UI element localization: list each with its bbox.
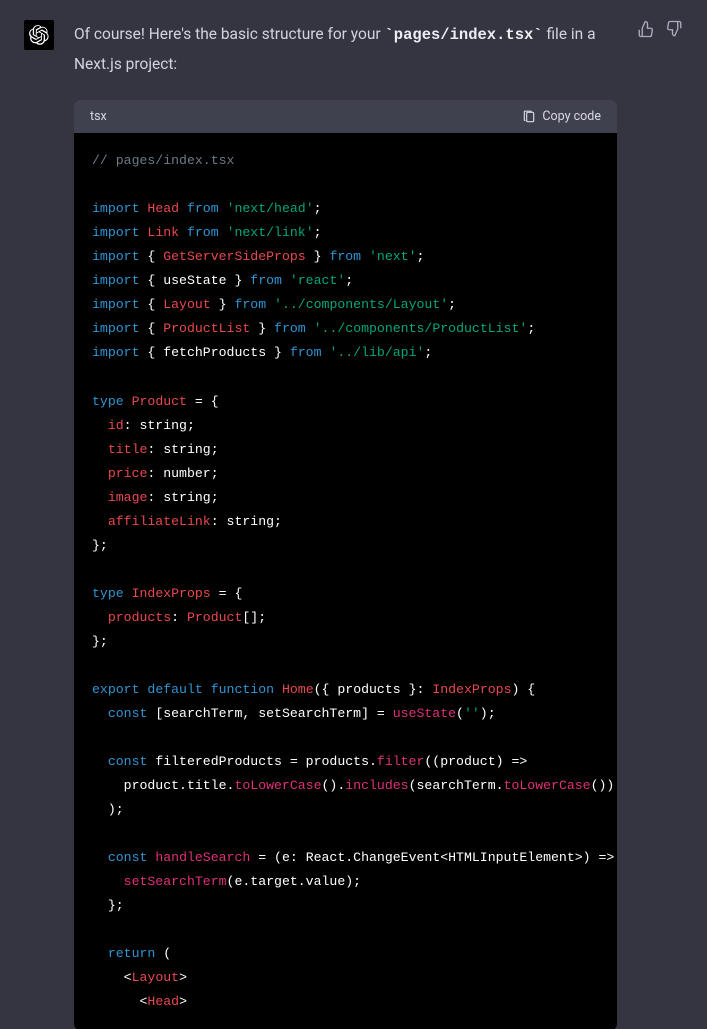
intro-paragraph: Of course! Here's the basic structure fo… (74, 20, 617, 78)
inline-code-filename: `pages/index.tsx` (384, 26, 542, 44)
thumbs-down-button[interactable] (665, 20, 683, 38)
openai-logo-icon (29, 25, 49, 45)
message-content: Of course! Here's the basic structure fo… (74, 20, 617, 1029)
copy-code-label: Copy code (542, 109, 601, 124)
copy-code-button[interactable]: Copy code (522, 109, 601, 124)
code-block-header: tsx Copy code (74, 100, 617, 133)
thumbs-up-button[interactable] (637, 20, 655, 38)
thumbs-up-icon (637, 20, 655, 38)
code-block: tsx Copy code // pages/index.tsx import … (74, 100, 617, 1029)
assistant-avatar (24, 20, 54, 50)
thumbs-down-icon (665, 20, 683, 38)
code-content[interactable]: // pages/index.tsx import Head from 'nex… (74, 133, 617, 1029)
assistant-message-row: Of course! Here's the basic structure fo… (0, 0, 707, 1029)
code-lang-label: tsx (90, 109, 107, 124)
feedback-buttons (637, 20, 683, 1029)
clipboard-icon (522, 110, 536, 124)
intro-prefix: Of course! Here's the basic structure fo… (74, 25, 384, 43)
